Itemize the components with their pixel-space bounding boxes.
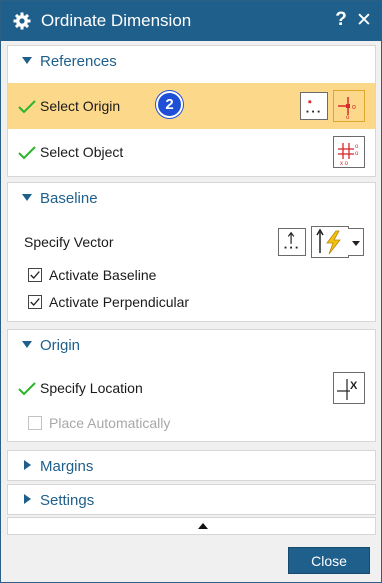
ordinate-dimension-dialog: Ordinate Dimension ? ✕ References Select… (0, 0, 382, 583)
checkmark-icon (30, 271, 40, 279)
place-automatically-checkbox[interactable] (28, 416, 42, 430)
baseline-header-label: Baseline (40, 190, 98, 207)
check-icon (18, 100, 36, 114)
svg-text:o: o (355, 144, 359, 150)
dialog-footer: Close (1, 536, 381, 582)
origin-header[interactable]: Origin (8, 330, 375, 360)
svg-text:o: o (352, 104, 356, 111)
specify-vector-row: Specify Vector (8, 223, 375, 259)
gear-icon[interactable] (13, 12, 31, 30)
check-icon (18, 382, 36, 396)
activate-perpendicular-checkbox[interactable] (28, 295, 42, 309)
specify-vector-label: Specify Vector (24, 234, 114, 250)
svg-text:x o: x o (340, 161, 349, 167)
expand-down-icon (22, 57, 32, 64)
place-automatically-label: Place Automatically (49, 415, 171, 431)
select-object-icon: o o x o (338, 143, 359, 167)
show-less-bar[interactable] (7, 517, 376, 535)
expand-right-icon (24, 460, 31, 470)
close-icon[interactable]: ✕ (354, 9, 374, 31)
references-header[interactable]: References (8, 46, 375, 76)
activate-baseline-checkbox[interactable] (28, 268, 42, 282)
select-object-row[interactable]: Select Object o o x o (8, 132, 375, 172)
margins-section: Margins (7, 450, 376, 481)
specify-location-label: Specify Location (40, 380, 143, 396)
check-icon (18, 146, 36, 160)
select-origin-row[interactable]: Select Origin 2 o o (8, 83, 375, 129)
activate-baseline-label: Activate Baseline (49, 267, 157, 283)
chevron-up-icon (198, 523, 208, 529)
settings-section: Settings (7, 484, 376, 515)
origin-snap-button[interactable]: o o (333, 90, 365, 122)
specify-location-row[interactable]: Specify Location X (8, 368, 375, 408)
expand-right-icon (24, 494, 31, 504)
settings-header-label: Settings (40, 492, 95, 509)
activate-perpendicular-row[interactable]: Activate Perpendicular (8, 290, 375, 314)
settings-header[interactable]: Settings (8, 485, 375, 515)
lightning-vector-icon (316, 228, 341, 255)
origin-section: Origin Specify Location X Place Automati… (7, 329, 376, 442)
origin-snap-icon: o o (338, 97, 356, 121)
help-button[interactable]: ? (332, 9, 350, 31)
baseline-section: Baseline Specify Vector Activate Baselin… (7, 182, 376, 322)
margins-header-label: Margins (40, 458, 94, 475)
vector-dialog-icon (284, 231, 298, 249)
step-badge: 2 (156, 91, 183, 118)
references-section: References Select Origin 2 o o Select Ob… (7, 45, 376, 177)
specify-location-button[interactable]: X (333, 372, 365, 404)
select-origin-label: Select Origin (40, 98, 121, 114)
activate-baseline-row[interactable]: Activate Baseline (8, 263, 375, 287)
select-object-label: Select Object (40, 144, 124, 160)
select-object-button[interactable]: o o x o (333, 136, 365, 168)
checkmark-icon (30, 298, 40, 306)
title-bar[interactable]: Ordinate Dimension ? ✕ (1, 1, 381, 41)
place-automatically-row[interactable]: Place Automatically (8, 411, 375, 435)
inferred-vector-button[interactable] (311, 226, 349, 258)
activate-perpendicular-label: Activate Perpendicular (49, 294, 190, 310)
dialog-title: Ordinate Dimension (41, 11, 192, 30)
origin-header-label: Origin (40, 337, 81, 354)
expand-down-icon (22, 194, 32, 201)
vector-dialog-button[interactable] (278, 228, 306, 256)
svg-text:o: o (346, 115, 350, 121)
svg-text:X: X (350, 380, 358, 392)
svg-text:o: o (355, 151, 359, 157)
close-button[interactable]: Close (288, 547, 370, 574)
expand-down-icon (22, 341, 32, 348)
location-crosshair-icon: X (337, 379, 358, 400)
baseline-header[interactable]: Baseline (8, 183, 375, 213)
margins-header[interactable]: Margins (8, 451, 375, 481)
point-dialog-button[interactable] (300, 92, 328, 120)
vector-type-dropdown[interactable] (348, 228, 364, 256)
references-header-label: References (40, 53, 117, 70)
point-dialog-icon (306, 100, 320, 113)
